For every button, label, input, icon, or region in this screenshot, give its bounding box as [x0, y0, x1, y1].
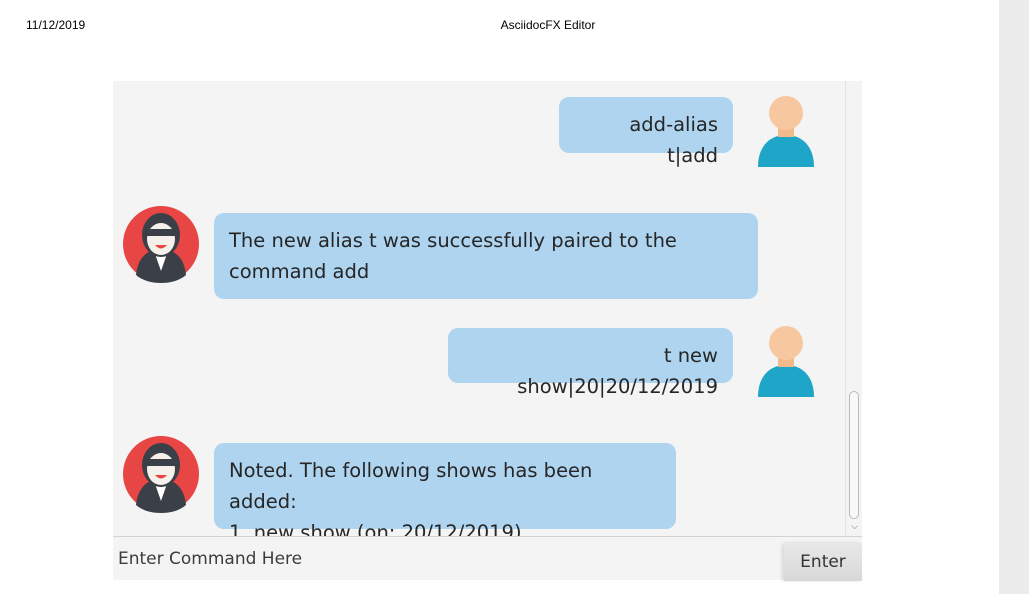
scrollbar-thumb[interactable]: [849, 391, 859, 519]
chevron-down-icon[interactable]: ⌵: [849, 521, 860, 533]
print-date: 11/12/2019: [26, 18, 86, 32]
user-message: t new show|20|20/12/2019: [448, 328, 733, 398]
enter-button[interactable]: Enter: [784, 543, 862, 581]
chat-app-window: add-alias t|add The new alias t was succ…: [113, 81, 862, 581]
print-title: AsciidocFX Editor: [500, 18, 596, 32]
user-message: add-alias t|add: [559, 97, 733, 167]
chat-pane[interactable]: add-alias t|add The new alias t was succ…: [113, 81, 845, 536]
bot-avatar-icon: [123, 436, 199, 513]
user-avatar-icon: [758, 326, 814, 397]
page-gutter: [999, 0, 1029, 594]
user-avatar-icon: [758, 96, 814, 167]
command-bar: Enter: [113, 536, 862, 581]
bot-message: Noted. The following shows has been adde…: [214, 443, 676, 536]
bot-message: The new alias t was successfully paired …: [214, 213, 758, 299]
bot-avatar-icon: [123, 206, 199, 283]
command-input[interactable]: [113, 537, 781, 580]
chat-scrollbar[interactable]: ⌵: [845, 81, 862, 536]
